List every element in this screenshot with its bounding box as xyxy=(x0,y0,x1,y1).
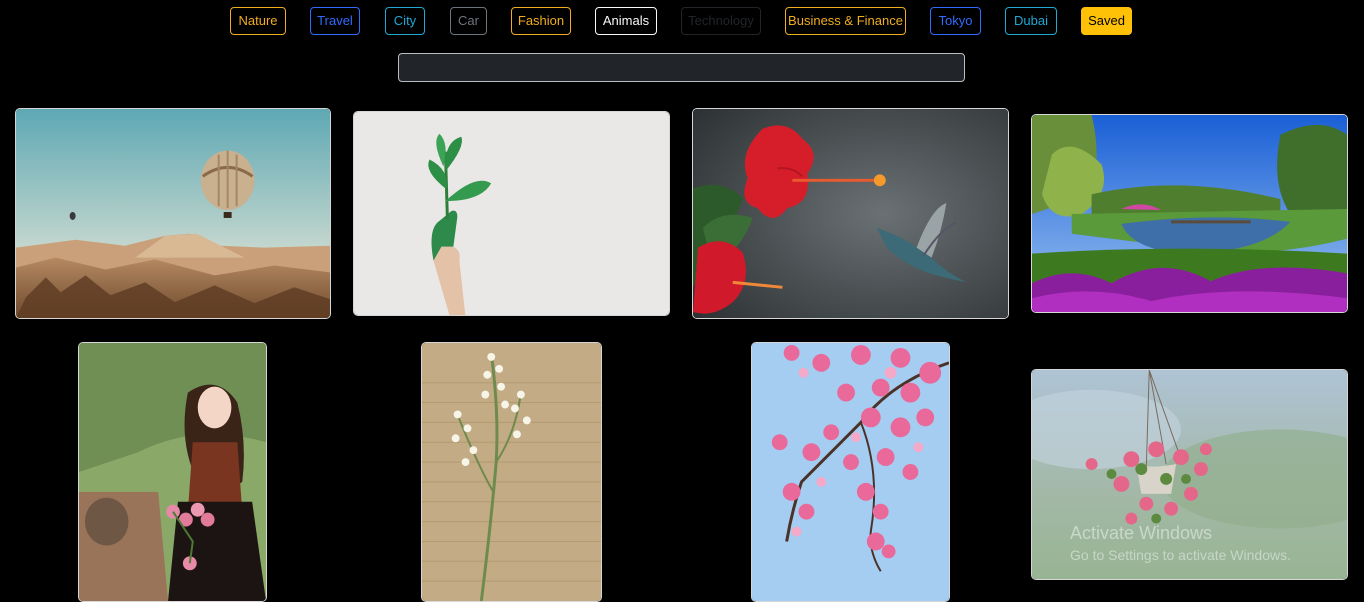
tab-dubai[interactable]: Dubai xyxy=(1005,7,1057,35)
search-input[interactable] xyxy=(398,53,965,82)
woman-with-tulips-image xyxy=(79,343,266,601)
image-card[interactable] xyxy=(1031,114,1348,313)
image-card[interactable] xyxy=(751,342,950,602)
image-card[interactable] xyxy=(78,342,267,602)
tab-car[interactable]: Car xyxy=(450,7,487,35)
image-card[interactable] xyxy=(692,108,1009,319)
tab-travel[interactable]: Travel xyxy=(310,7,360,35)
image-card[interactable] xyxy=(15,108,331,319)
category-tabs: Nature Travel City Car Fashion Animals T… xyxy=(0,7,1364,35)
tab-tokyo[interactable]: Tokyo xyxy=(930,7,981,35)
image-card[interactable] xyxy=(353,111,670,316)
image-card[interactable] xyxy=(1031,369,1348,580)
tab-technology[interactable]: Technology xyxy=(681,7,761,35)
hanging-flower-basket-image xyxy=(1032,370,1347,579)
tab-nature[interactable]: Nature xyxy=(230,7,286,35)
tab-city[interactable]: City xyxy=(385,7,425,35)
hot-air-balloon-image xyxy=(16,109,330,318)
tab-animals[interactable]: Animals xyxy=(595,7,657,35)
tab-saved[interactable]: Saved xyxy=(1081,7,1132,35)
park-lake-flowers-image xyxy=(1032,115,1347,312)
image-card[interactable] xyxy=(421,342,602,602)
tab-business-finance[interactable]: Business & Finance xyxy=(785,7,906,35)
hibiscus-hummingbird-image xyxy=(693,109,1008,318)
cherry-blossom-branch-image xyxy=(752,343,949,601)
tab-fashion[interactable]: Fashion xyxy=(511,7,571,35)
green-hand-plant-image xyxy=(354,112,669,315)
lily-of-the-valley-image xyxy=(422,343,601,601)
